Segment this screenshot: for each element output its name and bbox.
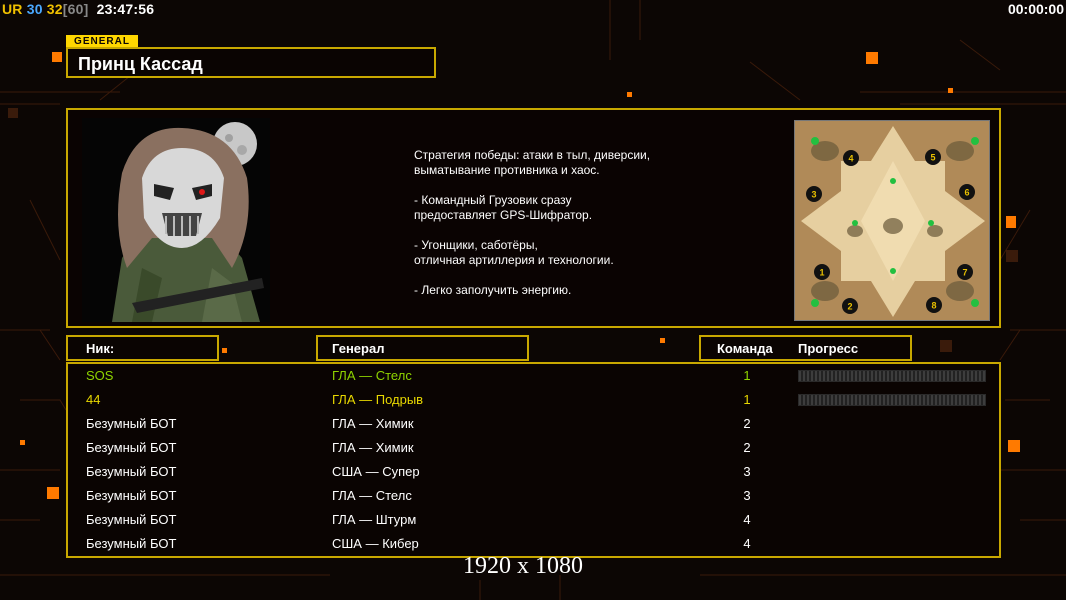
- hud-timer: 00:00:00: [1007, 1, 1064, 17]
- player-team: 3: [743, 488, 751, 503]
- hud-stat-2: 32: [46, 1, 63, 17]
- map-spawn-1: 1: [819, 268, 824, 278]
- player-nick: Безумный БОТ: [86, 512, 177, 527]
- player-row[interactable]: Безумный БОТ ГЛА — Стелс 3: [68, 484, 999, 508]
- player-row[interactable]: Безумный БОТ ГЛА — Штурм 4: [68, 508, 999, 532]
- header-nick: Ник:: [66, 335, 219, 361]
- hud-stat-1: 30: [26, 1, 43, 17]
- map-spawn-5: 5: [930, 153, 935, 163]
- player-team: 2: [743, 440, 751, 455]
- map-spawn-3: 3: [811, 190, 816, 200]
- portrait-image: [82, 118, 270, 322]
- hud-stat-3: [60]: [62, 1, 89, 17]
- player-progress-bar: [798, 394, 986, 406]
- player-general: ГЛА — Подрыв: [332, 392, 424, 407]
- header-general: Генерал: [316, 335, 529, 361]
- map-spawn-6: 6: [964, 188, 969, 198]
- general-portrait: [82, 118, 270, 322]
- resolution-label: 1920 x 1080: [463, 553, 583, 579]
- player-general: ГЛА — Химик: [332, 440, 414, 455]
- player-row[interactable]: 44 ГЛА — Подрыв 1: [68, 388, 999, 412]
- map-spawn-8: 8: [931, 301, 936, 311]
- header-nick-label: Ник:: [86, 341, 115, 356]
- player-team: 4: [743, 512, 751, 527]
- player-team: 2: [743, 416, 751, 431]
- player-nick: Безумный БОТ: [86, 440, 177, 455]
- player-row[interactable]: SOS ГЛА — Стелс 1: [68, 364, 999, 388]
- map-spawn-2: 2: [847, 302, 852, 312]
- hud-stats: UR 30 32[60] 23:47:56: [2, 1, 154, 17]
- strategy-description: Стратегия победы: атаки в тыл, диверсии,…: [414, 148, 651, 297]
- player-nick: Безумный БОТ: [86, 464, 177, 479]
- map-spawn-4: 4: [848, 154, 853, 164]
- player-nick: SOS: [86, 368, 114, 383]
- general-name: Принц Кассад: [78, 54, 203, 74]
- player-general: ГЛА — Химик: [332, 416, 414, 431]
- hud-ur-label: UR: [2, 1, 23, 17]
- map-preview[interactable]: 1 2 3 4 5 6 7 8: [794, 120, 990, 321]
- player-list: SOS ГЛА — Стелс 1 44 ГЛА — Подрыв 1 Безу…: [66, 362, 1001, 558]
- player-team: 3: [743, 464, 751, 479]
- player-general: ГЛА — Стелс: [332, 368, 412, 383]
- player-team: 4: [743, 536, 751, 551]
- header-progress-label: Прогресс: [798, 341, 859, 356]
- general-info-panel: Стратегия победы: атаки в тыл, диверсии,…: [66, 108, 1001, 328]
- player-general: США — Кибер: [332, 536, 419, 551]
- general-name-panel: Принц Кассад: [66, 47, 436, 78]
- header-team-label: Команда: [717, 341, 773, 356]
- player-nick: Безумный БОТ: [86, 488, 177, 503]
- player-row[interactable]: Безумный БОТ США — Супер 3: [68, 460, 999, 484]
- player-nick: 44: [86, 392, 101, 407]
- map-preview-image: 1 2 3 4 5 6 7 8: [795, 121, 989, 320]
- player-row[interactable]: Безумный БОТ ГЛА — Химик 2: [68, 412, 999, 436]
- player-progress-bar: [798, 370, 986, 382]
- player-team: 1: [743, 392, 751, 407]
- player-nick: Безумный БОТ: [86, 536, 177, 551]
- player-general: США — Супер: [332, 464, 420, 479]
- player-general: ГЛА — Штурм: [332, 512, 417, 527]
- player-team: 1: [743, 368, 751, 383]
- map-spawn-7: 7: [962, 268, 967, 278]
- player-nick: Безумный БОТ: [86, 416, 177, 431]
- header-general-label: Генерал: [332, 341, 385, 356]
- player-row[interactable]: Безумный БОТ ГЛА — Химик 2: [68, 436, 999, 460]
- header-team-progress: Команда Прогресс: [699, 335, 912, 361]
- player-general: ГЛА — Стелс: [332, 488, 412, 503]
- hud-clock: 23:47:56: [96, 1, 155, 17]
